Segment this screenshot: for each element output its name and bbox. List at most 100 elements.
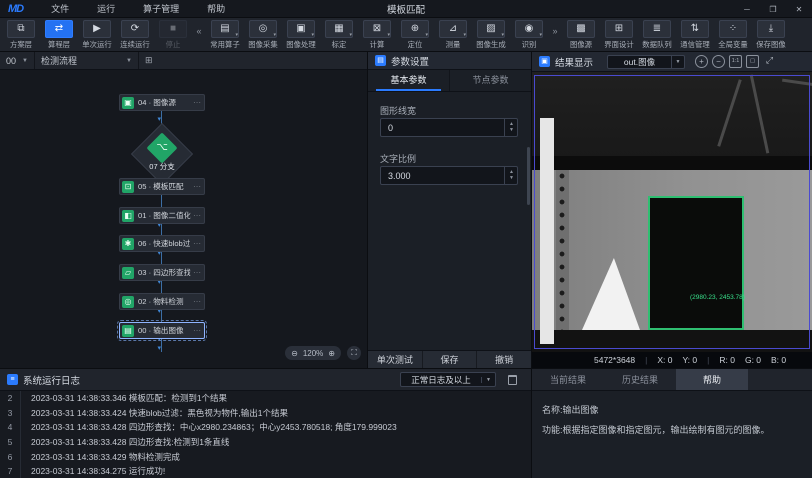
log-row: 3 2023-03-31 14:38:33.424 快速blob过滤：黑色视为物…	[0, 406, 531, 421]
zoom-out-icon[interactable]: −	[712, 55, 725, 68]
save-image-icon: ⤓	[757, 20, 785, 38]
save-image-tool-button[interactable]: ⤓ 保存图像	[752, 20, 790, 50]
zoom-in-icon[interactable]: ⊕	[328, 349, 335, 358]
process-layer-icon: ⇄	[45, 20, 73, 38]
node-image-source[interactable]: ▣ 04 · 图像源 ⋯	[119, 94, 205, 111]
log-filter-dropdown[interactable]: 正常日志及以上 ▼	[400, 372, 496, 387]
text-scale-stepper[interactable]: ▲▼	[504, 166, 518, 185]
image-processing-icon: ▣▾	[287, 20, 315, 38]
text-scale-input[interactable]	[380, 166, 518, 185]
save-button[interactable]: 保存	[422, 351, 477, 368]
node-material-detect[interactable]: ◎ 02 · 物料检测 ⋯	[119, 293, 205, 310]
category-common-operators[interactable]: ▤▾ 常用算子	[206, 20, 244, 50]
calculation-icon: ⊠▾	[363, 20, 391, 38]
node-more-icon[interactable]: ⋯	[193, 211, 201, 220]
window-controls: ─ ❐ ✕	[734, 0, 812, 18]
tab-node-params[interactable]: 节点参数	[449, 70, 531, 91]
category-image-acquisition[interactable]: ◎▾ 图像采集	[244, 20, 282, 50]
clear-log-icon[interactable]	[508, 375, 517, 385]
node-template-match[interactable]: ⊡ 05 · 模板匹配 ⋯	[119, 178, 205, 195]
node-more-icon[interactable]: ⋯	[193, 239, 201, 248]
result-image-viewport[interactable]: (2980.23, 2453.78)	[532, 72, 812, 352]
menu-operator-manage[interactable]: 算子管理	[129, 0, 193, 18]
one-to-one-icon[interactable]: 1:1	[729, 55, 742, 68]
app-window: MD 文件 运行 算子管理 帮助 模板匹配 ─ ❐ ✕ ⧉ 方案层 ⇄ 算程层 …	[0, 0, 812, 478]
log-row: 7 2023-03-31 14:38:34.275 运行成功!	[0, 464, 531, 478]
solution-layer-button[interactable]: ⧉ 方案层	[2, 20, 40, 50]
text-scale-label: 文字比例	[380, 152, 416, 165]
flow-name-dropdown[interactable]: 检测流程▼	[35, 52, 139, 69]
tab-help[interactable]: 帮助	[676, 369, 748, 390]
menu-file[interactable]: 文件	[37, 0, 83, 18]
node-more-icon[interactable]: ⋯	[193, 98, 201, 107]
category-image-generation[interactable]: ▨▾ 图像生成	[472, 20, 510, 50]
node-more-icon[interactable]: ⋯	[193, 182, 201, 191]
menu-run[interactable]: 运行	[83, 0, 129, 18]
run-continuous-button[interactable]: ⟳ 连续运行	[116, 20, 154, 50]
single-test-button[interactable]: 单次测试	[368, 351, 422, 368]
results-icon: ▣	[539, 56, 550, 67]
pixel-b: B: 0	[771, 355, 786, 365]
ui-design-tool-button[interactable]: ⊞ 界面设计	[600, 20, 638, 50]
solution-layer-icon: ⧉	[7, 20, 35, 38]
minimize-icon[interactable]: ─	[734, 0, 760, 18]
log-list[interactable]: 2 2023-03-31 14:38:33.346 模板匹配：检测到1个结果 3…	[0, 391, 531, 478]
result-source-dropdown[interactable]: out.图像 ▼	[607, 55, 685, 69]
undo-button[interactable]: 撤销	[476, 351, 531, 368]
flow-index-dropdown[interactable]: 00▼	[0, 52, 35, 69]
maximize-icon[interactable]: ❐	[760, 0, 786, 18]
ui-design-icon: ⊞	[605, 20, 633, 38]
category-calibration[interactable]: ▦▾ 标定	[320, 20, 358, 50]
data-queue-tool-button[interactable]: ≣ 数据队列	[638, 20, 676, 50]
node-more-icon[interactable]: ⋯	[193, 268, 201, 277]
params-scrollbar[interactable]	[527, 147, 530, 205]
zoom-out-icon[interactable]: ⊖	[291, 349, 298, 358]
tab-basic-params[interactable]: 基本参数	[368, 70, 449, 91]
process-layer-button[interactable]: ⇄ 算程层	[40, 20, 78, 50]
node-more-icon[interactable]: ⋯	[193, 297, 201, 306]
zoom-in-icon[interactable]: +	[695, 55, 708, 68]
fit-view-icon[interactable]: ⛶	[347, 346, 361, 360]
fit-image-icon[interactable]: ▢	[746, 55, 759, 68]
fullscreen-icon[interactable]: ⤢	[763, 55, 776, 68]
node-binarize[interactable]: ◧ 01 · 图像二值化 ⋯	[119, 207, 205, 224]
category-location[interactable]: ⊕▾ 定位	[396, 20, 434, 50]
run-once-button[interactable]: ▶ 单次运行	[78, 20, 116, 50]
image-generation-icon: ▨▾	[477, 20, 505, 38]
menu-help[interactable]: 帮助	[193, 0, 239, 18]
category-measure[interactable]: ⊿▾ 测量	[434, 20, 472, 50]
category-image-processing[interactable]: ▣▾ 图像处理	[282, 20, 320, 50]
node-more-icon[interactable]: ⋯	[193, 326, 201, 335]
node-blob-filter[interactable]: ✱ 06 · 快速blob过滤 ⋯	[119, 235, 205, 252]
connector-arrow-icon: ▾	[158, 345, 162, 352]
result-detail-tabs: 当前结果 历史结果 帮助	[532, 369, 812, 391]
stop-button: ■ 停止	[154, 20, 192, 50]
category-recognition[interactable]: ◉▾ 识别	[510, 20, 548, 50]
zoom-level: 120%	[303, 349, 323, 358]
detection-annotation: (2980.23, 2453.78)	[690, 294, 745, 301]
global-variable-icon: ⁘	[719, 20, 747, 38]
calibration-icon: ▦▾	[325, 20, 353, 38]
params-footer-buttons: 单次测试 保存 撤销	[368, 350, 531, 368]
blob-filter-icon: ✱	[122, 238, 134, 250]
toolbar: ⧉ 方案层 ⇄ 算程层 ▶ 单次运行 ⟳ 连续运行 ■ 停止 « ▤▾ 常用算子…	[0, 18, 812, 52]
add-flow-button[interactable]: ⊞	[139, 52, 159, 69]
cursor-x: X: 0	[657, 355, 672, 365]
node-output-image[interactable]: ▤ 00 · 输出图像 ⋯	[119, 322, 205, 339]
node-quad-find[interactable]: ▱ 03 · 四边形查找 ⋯	[119, 264, 205, 281]
photo-white-strip	[540, 118, 554, 344]
flow-canvas[interactable]: ▾ ▾ ▾ ▾ ▾ ▾ ▾ ▣ 04 · 图像源 ⋯ ⌥ 07 分支 ⊡ 05 …	[0, 70, 367, 368]
category-calculation[interactable]: ⊠▾ 计算	[358, 20, 396, 50]
binarize-icon: ◧	[122, 210, 134, 222]
expand-chevron-icon[interactable]: »	[548, 26, 562, 36]
close-icon[interactable]: ✕	[786, 0, 812, 18]
communication-tool-button[interactable]: ⇅ 通信管理	[676, 20, 714, 50]
image-source-tool-button[interactable]: ▩ 图像源	[562, 20, 600, 50]
image-toolbar: + − 1:1 ▢ ⤢	[695, 55, 776, 68]
tab-history-result[interactable]: 历史结果	[604, 369, 676, 390]
global-variable-tool-button[interactable]: ⁘ 全局变量	[714, 20, 752, 50]
line-width-input[interactable]	[380, 118, 518, 137]
collapse-chevron-icon[interactable]: «	[192, 26, 206, 36]
tab-current-result[interactable]: 当前结果	[532, 369, 604, 390]
line-width-stepper[interactable]: ▲▼	[504, 118, 518, 137]
